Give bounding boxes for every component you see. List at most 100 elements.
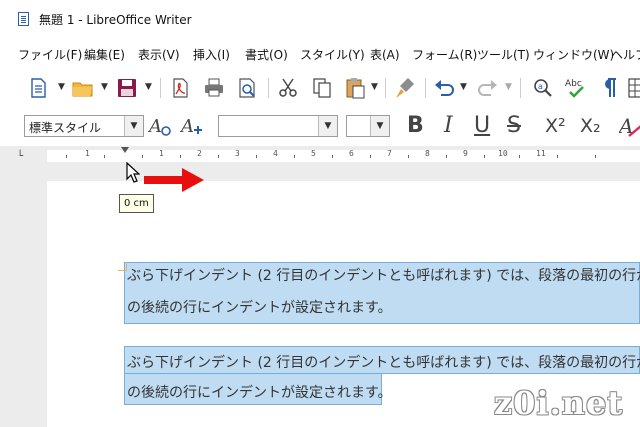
ruler-number: 7 bbox=[387, 149, 392, 158]
bold-button[interactable]: B bbox=[407, 113, 424, 139]
mouse-pointer-icon bbox=[126, 162, 140, 183]
ruler-tick bbox=[256, 155, 257, 158]
ruler-tick bbox=[519, 155, 520, 158]
ruler-tick bbox=[294, 155, 295, 158]
window-title: 無題 1 - LibreOffice Writer bbox=[39, 13, 192, 27]
menu-styles[interactable]: スタイル(Y) bbox=[300, 46, 365, 63]
chevron-down-icon[interactable]: ▼ bbox=[124, 116, 143, 136]
first-line-indent-marker[interactable] bbox=[121, 147, 129, 153]
ruler-number: 10 bbox=[498, 149, 508, 158]
ruler-tick bbox=[370, 155, 371, 158]
ruler-number: 5 bbox=[311, 149, 316, 158]
standard-toolbar: ▼ ▼ ▼ ▼ ▼ ▼ a Abc bbox=[0, 68, 640, 108]
title-bar: 無題 1 - LibreOffice Writer bbox=[0, 0, 640, 38]
ruler-number: 9 bbox=[463, 149, 468, 158]
tab-stop-type-icon[interactable]: └ bbox=[17, 151, 23, 162]
ruler-number: 3 bbox=[235, 149, 240, 158]
ruler-tick bbox=[557, 155, 558, 158]
writer-document-icon bbox=[18, 12, 29, 26]
cut-icon[interactable] bbox=[276, 76, 300, 100]
table-icon[interactable] bbox=[627, 76, 640, 100]
ruler-tick bbox=[104, 155, 105, 158]
menu-help[interactable]: ヘルプ bbox=[611, 46, 640, 63]
redo-dropdown-icon[interactable]: ▼ bbox=[505, 82, 512, 92]
menu-view[interactable]: 表示(V) bbox=[138, 46, 180, 63]
strikethrough-button[interactable]: S bbox=[507, 113, 521, 139]
formatting-marks-icon[interactable] bbox=[597, 76, 621, 100]
paragraph-line[interactable]: ぶら下げインデント (2 行目のインデントとも呼ばれます) では、段落の最初の行… bbox=[127, 265, 640, 285]
svg-text:a: a bbox=[538, 82, 543, 91]
ruler-number: 1 bbox=[159, 149, 164, 158]
copy-icon[interactable] bbox=[310, 76, 334, 100]
ruler-number: 2 bbox=[197, 149, 202, 158]
toolbar-separator bbox=[268, 78, 269, 98]
print-preview-icon[interactable] bbox=[235, 76, 259, 100]
menu-insert[interactable]: 挿入(I) bbox=[193, 46, 230, 63]
toolbar-separator bbox=[425, 78, 426, 98]
ruler-tick bbox=[142, 155, 143, 158]
ruler-row: └ 1 1 2 3 4 5 6 7 8 9 10 11 bbox=[0, 146, 640, 166]
menu-format[interactable]: 書式(O) bbox=[245, 46, 288, 63]
ruler-tick bbox=[332, 155, 333, 158]
ruler-number: 4 bbox=[273, 149, 278, 158]
ruler-number: 6 bbox=[349, 149, 354, 158]
new-document-icon[interactable] bbox=[26, 76, 50, 100]
open-dropdown-icon[interactable]: ▼ bbox=[101, 82, 108, 92]
superscript-button[interactable]: X² bbox=[545, 113, 566, 139]
new-dropdown-icon[interactable]: ▼ bbox=[58, 82, 65, 92]
save-dropdown-icon[interactable]: ▼ bbox=[145, 82, 152, 92]
ruler-tick bbox=[595, 155, 596, 158]
paragraph-style-value: 標準スタイル bbox=[29, 121, 102, 135]
menu-table[interactable]: 表(A) bbox=[370, 46, 400, 63]
paragraph-style-combo[interactable]: 標準スタイル ▼ bbox=[24, 115, 144, 137]
update-style-icon[interactable]: A bbox=[148, 114, 172, 138]
paragraph-line[interactable]: の後続の行にインデントが設定されます。 bbox=[127, 297, 392, 317]
text-boundary-mark bbox=[118, 262, 127, 271]
ruler-number: 8 bbox=[425, 149, 430, 158]
redo-icon[interactable] bbox=[476, 76, 500, 100]
font-name-combo[interactable]: ▼ bbox=[218, 115, 338, 137]
toolbar-separator bbox=[385, 78, 386, 98]
formatting-toolbar: 標準スタイル ▼ A A ▼ ▼ B I U S X² X₂ A bbox=[0, 108, 640, 146]
font-size-combo[interactable]: ▼ bbox=[346, 115, 390, 137]
ruler-number: 11 bbox=[536, 149, 546, 158]
toolbar-separator bbox=[520, 78, 521, 98]
horizontal-ruler[interactable]: 1 1 2 3 4 5 6 7 8 9 10 11 bbox=[47, 149, 640, 162]
menu-edit[interactable]: 編集(E) bbox=[84, 46, 125, 63]
paste-dropdown-icon[interactable]: ▼ bbox=[371, 82, 378, 92]
svg-text:Abc: Abc bbox=[565, 79, 582, 89]
menu-window[interactable]: ウィンドウ(W) bbox=[533, 46, 614, 63]
chevron-down-icon[interactable]: ▼ bbox=[370, 116, 389, 136]
menu-file[interactable]: ファイル(F) bbox=[18, 46, 82, 63]
print-icon[interactable] bbox=[202, 76, 226, 100]
toolbar-separator bbox=[160, 78, 161, 98]
paragraph-line[interactable]: の後続の行にインデントが設定されます。 bbox=[127, 382, 392, 402]
paste-icon[interactable] bbox=[343, 76, 367, 100]
find-replace-icon[interactable]: a bbox=[531, 76, 555, 100]
menu-form[interactable]: フォーム(R) bbox=[412, 46, 477, 63]
chevron-down-icon[interactable]: ▼ bbox=[318, 116, 337, 136]
menu-bar: ファイル(F) 編集(E) 表示(V) 挿入(I) 書式(O) スタイル(Y) … bbox=[0, 38, 640, 68]
clone-formatting-icon[interactable] bbox=[393, 76, 417, 100]
ruler-number: 1 bbox=[85, 149, 90, 158]
new-style-icon[interactable]: A bbox=[180, 114, 204, 138]
export-pdf-icon[interactable] bbox=[168, 76, 192, 100]
ruler-tick bbox=[484, 155, 485, 158]
svg-text:A: A bbox=[180, 116, 194, 137]
paragraph-line[interactable]: ぶら下げインデント (2 行目のインデントとも呼ばれます) では、段落の最初の行… bbox=[127, 352, 640, 372]
save-icon[interactable] bbox=[115, 76, 139, 100]
open-folder-icon[interactable] bbox=[71, 76, 95, 100]
undo-dropdown-icon[interactable]: ▼ bbox=[460, 82, 467, 92]
svg-text:A: A bbox=[148, 116, 162, 137]
undo-icon[interactable] bbox=[432, 76, 456, 100]
clear-formatting-icon[interactable]: A bbox=[619, 114, 640, 138]
subscript-button[interactable]: X₂ bbox=[580, 113, 601, 139]
ruler-tick bbox=[408, 155, 409, 158]
underline-button[interactable]: U bbox=[474, 113, 490, 139]
ruler-tick bbox=[66, 155, 67, 158]
ruler-position-tooltip: 0 cm bbox=[119, 194, 154, 213]
menu-tools[interactable]: ツール(T) bbox=[477, 46, 530, 63]
spelling-icon[interactable]: Abc bbox=[564, 76, 588, 100]
ruler-tick bbox=[180, 155, 181, 158]
italic-button[interactable]: I bbox=[444, 113, 453, 139]
